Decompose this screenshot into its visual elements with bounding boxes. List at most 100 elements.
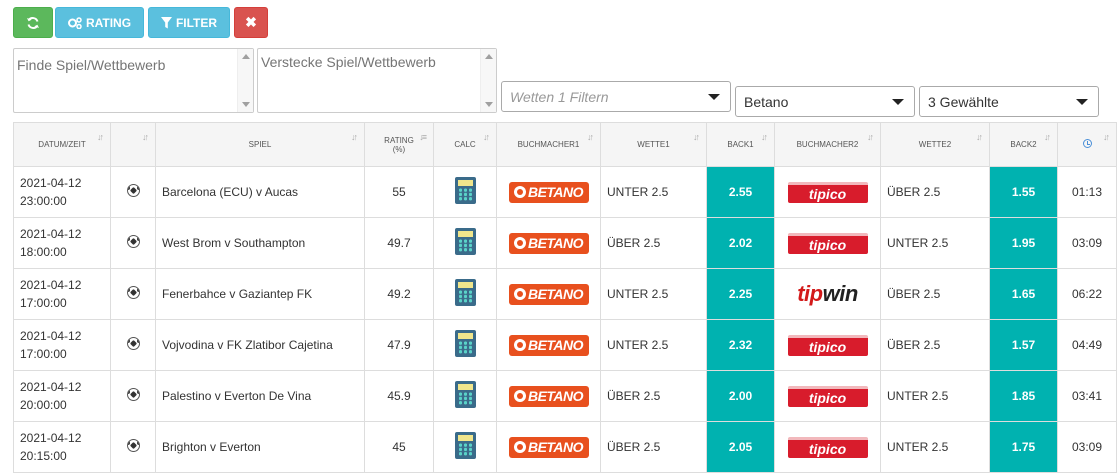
bookmaker2-cell[interactable]: tipico bbox=[774, 217, 881, 269]
bookmaker-select[interactable]: Betano bbox=[735, 86, 915, 117]
sort-icon[interactable]: ↓↑ bbox=[97, 132, 104, 142]
bookmaker1-cell[interactable]: BETANO bbox=[496, 217, 601, 269]
scroll-down-icon[interactable] bbox=[485, 102, 493, 107]
table-row[interactable]: 2021-04-12 20:00:00 Palestino v Everton De… bbox=[13, 370, 1117, 422]
calculator-icon[interactable] bbox=[454, 177, 476, 204]
elapsed-cell: 04:49 bbox=[1057, 319, 1117, 371]
game-cell[interactable]: Brighton v Everton bbox=[155, 421, 365, 473]
back2-cell[interactable]: 1.57 bbox=[989, 319, 1058, 371]
table-row[interactable]: 2021-04-12 17:00:00 Vojvodina v FK Zlatibo… bbox=[13, 319, 1117, 371]
sort-icon[interactable]: ↓↑ bbox=[867, 132, 874, 142]
back2-cell[interactable]: 1.75 bbox=[989, 421, 1058, 473]
sort-icon[interactable]: ↓↑ bbox=[587, 132, 594, 142]
refresh-button[interactable] bbox=[13, 7, 53, 38]
bookmaker1-cell[interactable]: BETANO bbox=[496, 319, 601, 371]
bookmaker2-cell[interactable]: tipico bbox=[774, 319, 881, 371]
col-buchmacher2[interactable]: BUCHMACHER2 ↓↑ bbox=[774, 122, 881, 167]
betano-logo[interactable]: BETANO bbox=[508, 334, 589, 356]
calc-cell[interactable] bbox=[433, 370, 497, 422]
hide-game-input[interactable] bbox=[257, 48, 497, 113]
sort-icon[interactable]: ↓↑ bbox=[761, 132, 768, 142]
betano-logo[interactable]: BETANO bbox=[508, 385, 589, 407]
tipico-logo[interactable]: tipico bbox=[787, 232, 868, 254]
betano-logo[interactable]: BETANO bbox=[508, 283, 589, 305]
back1-cell[interactable]: 2.00 bbox=[706, 370, 775, 422]
bookmaker1-cell[interactable]: BETANO bbox=[496, 421, 601, 473]
scroll-up-icon[interactable] bbox=[242, 54, 250, 59]
bookmaker2-cell[interactable]: tipico bbox=[774, 166, 881, 218]
col-back2[interactable]: BACK2 ↓↑ bbox=[989, 122, 1058, 167]
sort-icon[interactable]: ↓↑ bbox=[1103, 132, 1110, 142]
calc-cell[interactable] bbox=[433, 421, 497, 473]
sort-icon[interactable]: ↓↑ bbox=[483, 132, 490, 142]
filter-button[interactable]: FILTER bbox=[148, 7, 230, 38]
tipwin-logo[interactable]: tipwin bbox=[797, 281, 858, 307]
col-time[interactable]: ↓↑ bbox=[1057, 122, 1117, 167]
table-row[interactable]: 2021-04-12 17:00:00 Fenerbahce v Gaziantep… bbox=[13, 268, 1117, 320]
calculator-icon[interactable] bbox=[454, 381, 476, 408]
betano-logo[interactable]: BETANO bbox=[508, 436, 589, 458]
col-calc[interactable]: CALC ↓↑ bbox=[433, 122, 497, 167]
bookmaker1-cell[interactable]: BETANO bbox=[496, 166, 601, 218]
hide-input-scrollbar[interactable] bbox=[480, 49, 496, 112]
back1-cell[interactable]: 2.25 bbox=[706, 268, 775, 320]
table-row[interactable]: 2021-04-12 23:00:00 Barcelona (ECU) v Auca… bbox=[13, 166, 1117, 218]
col-spiel[interactable]: SPIEL ↓↑ bbox=[155, 122, 365, 167]
bookmaker1-cell[interactable]: BETANO bbox=[496, 268, 601, 320]
sort-icon[interactable]: ↓↑ bbox=[693, 132, 700, 142]
bookmaker2-cell[interactable]: tipwin bbox=[774, 268, 881, 320]
col-datum[interactable]: DATUM/ZEIT ↓↑ bbox=[13, 122, 111, 167]
back2-cell[interactable]: 1.95 bbox=[989, 217, 1058, 269]
calculator-icon[interactable] bbox=[454, 432, 476, 459]
find-game-input[interactable] bbox=[13, 48, 254, 113]
col-wette2[interactable]: WETTE2 ↓↑ bbox=[880, 122, 990, 167]
bookmaker2-cell[interactable]: tipico bbox=[774, 370, 881, 422]
calculator-icon[interactable] bbox=[454, 228, 476, 255]
bet-filter-select[interactable]: Wetten 1 Filtern bbox=[501, 81, 731, 112]
scroll-down-icon[interactable] bbox=[242, 102, 250, 107]
bookmaker2-cell[interactable]: tipico bbox=[774, 421, 881, 473]
back1-cell[interactable]: 2.05 bbox=[706, 421, 775, 473]
game-cell[interactable]: Barcelona (ECU) v Aucas bbox=[155, 166, 365, 218]
table-row[interactable]: 2021-04-12 20:15:00 Brighton v Everton 45 BE… bbox=[13, 421, 1117, 473]
tipico-logo[interactable]: tipico bbox=[787, 385, 868, 407]
col-sport[interactable]: ↓↑ bbox=[110, 122, 156, 167]
back2-cell[interactable]: 1.55 bbox=[989, 166, 1058, 218]
clear-button[interactable]: ✖ bbox=[234, 7, 268, 38]
back1-cell[interactable]: 2.55 bbox=[706, 166, 775, 218]
sort-icon[interactable]: ↓↑ bbox=[142, 132, 149, 142]
table-row[interactable]: 2021-04-12 18:00:00 West Brom v Southampto… bbox=[13, 217, 1117, 269]
calc-cell[interactable] bbox=[433, 268, 497, 320]
multi-select[interactable]: 3 Gewählte bbox=[919, 86, 1099, 117]
calc-cell[interactable] bbox=[433, 166, 497, 218]
game-cell[interactable]: Vojvodina v FK Zlatibor Cajetina bbox=[155, 319, 365, 371]
calculator-icon[interactable] bbox=[454, 330, 476, 357]
bookmaker1-cell[interactable]: BETANO bbox=[496, 370, 601, 422]
sort-desc-icon[interactable]: ↓≡ bbox=[419, 132, 427, 142]
find-input-scrollbar[interactable] bbox=[237, 49, 253, 112]
col-wette1[interactable]: WETTE1 ↓↑ bbox=[600, 122, 707, 167]
back2-cell[interactable]: 1.65 bbox=[989, 268, 1058, 320]
scroll-up-icon[interactable] bbox=[485, 54, 493, 59]
col-buchmacher1[interactable]: BUCHMACHER1 ↓↑ bbox=[496, 122, 601, 167]
tipico-logo[interactable]: tipico bbox=[787, 181, 868, 203]
game-cell[interactable]: Palestino v Everton De Vina bbox=[155, 370, 365, 422]
betano-logo[interactable]: BETANO bbox=[508, 232, 589, 254]
betano-logo[interactable]: BETANO bbox=[508, 181, 589, 203]
calc-cell[interactable] bbox=[433, 319, 497, 371]
calculator-icon[interactable] bbox=[454, 279, 476, 306]
col-rating[interactable]: RATING (%) ↓≡ bbox=[364, 122, 434, 167]
calc-cell[interactable] bbox=[433, 217, 497, 269]
rating-button[interactable]: RATING bbox=[55, 7, 144, 38]
game-cell[interactable]: West Brom v Southampton bbox=[155, 217, 365, 269]
tipico-logo[interactable]: tipico bbox=[787, 436, 868, 458]
sort-icon[interactable]: ↓↑ bbox=[351, 132, 358, 142]
sort-icon[interactable]: ↓↑ bbox=[976, 132, 983, 142]
back2-cell[interactable]: 1.85 bbox=[989, 370, 1058, 422]
back1-cell[interactable]: 2.32 bbox=[706, 319, 775, 371]
col-back1[interactable]: BACK1 ↓↑ bbox=[706, 122, 775, 167]
tipico-logo[interactable]: tipico bbox=[787, 334, 868, 356]
game-cell[interactable]: Fenerbahce v Gaziantep FK bbox=[155, 268, 365, 320]
sort-icon[interactable]: ↓↑ bbox=[1044, 132, 1051, 142]
back1-cell[interactable]: 2.02 bbox=[706, 217, 775, 269]
